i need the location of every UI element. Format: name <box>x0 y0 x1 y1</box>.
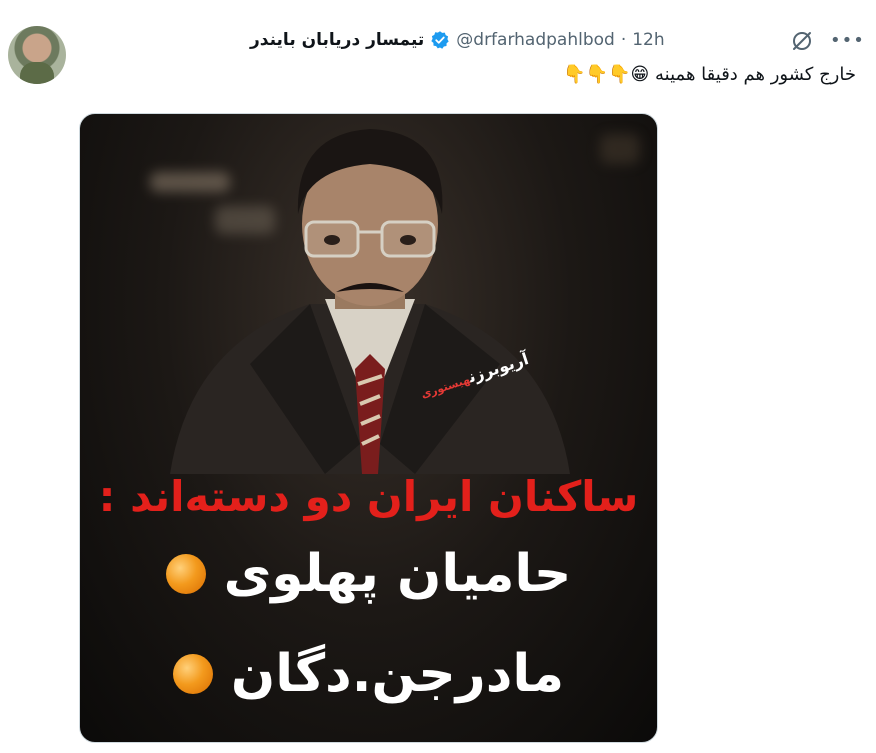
grok-icon[interactable] <box>790 29 814 53</box>
image-headline: ساکنان ایران دو دسته‌اند : <box>98 472 639 521</box>
more-options-icon[interactable]: ••• <box>830 30 864 52</box>
separator-dot: · <box>620 30 627 50</box>
orange-bullet-icon <box>172 654 213 694</box>
tweet-media-image[interactable]: آریوبرزنهیستوری ساکنان ایران دو دسته‌اند… <box>79 113 658 743</box>
image-option-2: مادرجن.دگان <box>80 644 657 704</box>
image-option-1: حامیان پهلوی <box>80 544 657 604</box>
orange-bullet-icon <box>165 554 206 594</box>
option-1-text: حامیان پهلوی <box>223 544 572 604</box>
verified-badge-icon <box>431 31 449 49</box>
user-handle[interactable]: @drfarhadpahlbod <box>456 30 615 50</box>
avatar-uniform <box>20 62 54 84</box>
avatar[interactable] <box>8 26 66 84</box>
tweet-text: خارج کشور هم دقیقا همینه 😁👇👇👇 <box>563 64 856 85</box>
tweet[interactable]: تیمسار دریابان بایندر @drfarhadpahlbod ·… <box>0 0 876 753</box>
option-2-text: مادرجن.دگان <box>230 644 565 704</box>
tweet-timestamp[interactable]: 12h <box>632 30 664 50</box>
tweet-header: تیمسار دریابان بایندر @drfarhadpahlbod ·… <box>250 30 665 50</box>
display-name[interactable]: تیمسار دریابان بایندر <box>250 30 424 50</box>
